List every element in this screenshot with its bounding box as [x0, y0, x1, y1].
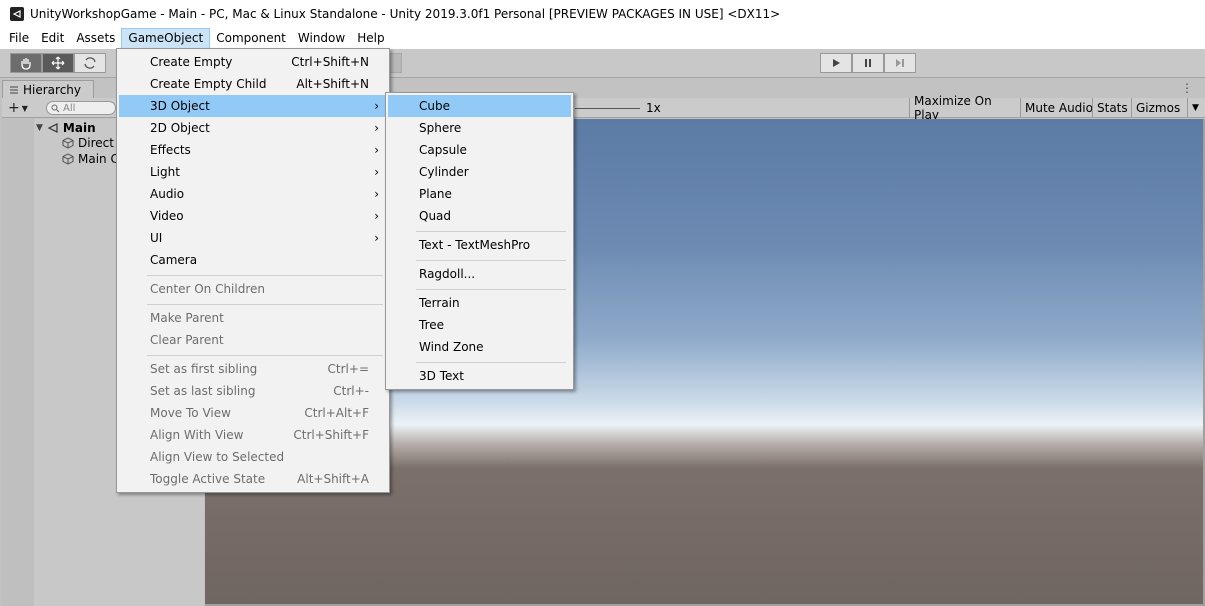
menu-separator	[147, 275, 383, 276]
menu-item-clear-parent[interactable]: Clear Parent	[119, 329, 387, 351]
list-icon	[10, 86, 18, 93]
gameobject-menu: Create Empty Ctrl+Shift+N Create Empty C…	[116, 48, 390, 493]
unity-logo-icon	[10, 7, 24, 21]
menu-item-toggle-active-state[interactable]: Toggle Active State Alt+Shift+A	[119, 468, 387, 490]
scale-slider[interactable]	[575, 108, 640, 109]
search-placeholder: All	[63, 102, 76, 114]
3d-object-submenu: Cube Sphere Capsule Cylinder Plane Quad …	[385, 92, 574, 390]
tab-hierarchy[interactable]: Hierarchy	[2, 80, 94, 98]
submenu-item-tree[interactable]: Tree	[388, 314, 571, 336]
submenu-arrow-icon: ›	[374, 143, 379, 157]
menu-item-create-empty-child[interactable]: Create Empty Child Alt+Shift+N	[119, 73, 387, 95]
menu-gameobject[interactable]: GameObject	[121, 28, 211, 49]
menu-component[interactable]: Component	[210, 28, 292, 49]
submenu-item-capsule[interactable]: Capsule	[388, 139, 571, 161]
submenu-arrow-icon: ›	[374, 165, 379, 179]
submenu-item-3d-text[interactable]: 3D Text	[388, 365, 571, 387]
maximize-on-play-button[interactable]: Maximize On Play	[909, 94, 1023, 122]
hand-tool-button[interactable]	[10, 53, 42, 73]
play-controls	[820, 53, 916, 73]
menu-item-set-last-sibling[interactable]: Set as last sibling Ctrl+-	[119, 380, 387, 402]
submenu-item-sphere[interactable]: Sphere	[388, 117, 571, 139]
play-icon	[833, 59, 840, 67]
scene-name: Main	[62, 121, 96, 135]
menu-help[interactable]: Help	[351, 28, 390, 49]
submenu-arrow-icon: ›	[374, 121, 379, 135]
gizmos-dropdown-icon[interactable]: ▼	[1187, 98, 1203, 118]
submenu-item-terrain[interactable]: Terrain	[388, 292, 571, 314]
plus-icon: +	[8, 100, 20, 116]
hierarchy-item[interactable]: Main C	[62, 151, 119, 167]
menu-separator	[147, 304, 383, 305]
menu-item-3d-object[interactable]: 3D Object ›	[119, 95, 387, 117]
submenu-item-wind-zone[interactable]: Wind Zone	[388, 336, 571, 358]
menu-item-align-with-view[interactable]: Align With View Ctrl+Shift+F	[119, 424, 387, 446]
dropdown-caret-icon: ▼	[21, 103, 28, 113]
submenu-item-cylinder[interactable]: Cylinder	[388, 161, 571, 183]
menu-bar: File Edit Assets GameObject Component Wi…	[0, 28, 1205, 49]
menu-separator	[416, 260, 566, 261]
menu-item-move-to-view[interactable]: Move To View Ctrl+Alt+F	[119, 402, 387, 424]
menu-separator	[416, 362, 566, 363]
search-icon	[51, 104, 60, 112]
submenu-item-plane[interactable]: Plane	[388, 183, 571, 205]
menu-edit[interactable]: Edit	[35, 28, 70, 49]
window-title: UnityWorkshopGame - Main - PC, Mac & Lin…	[30, 7, 781, 21]
menu-item-2d-object[interactable]: 2D Object ›	[119, 117, 387, 139]
create-button[interactable]: + ▼	[8, 100, 28, 116]
hierarchy-gutter	[2, 119, 34, 606]
menu-separator	[147, 355, 383, 356]
hand-tool-icon	[21, 58, 31, 70]
submenu-arrow-icon: ›	[374, 187, 379, 201]
play-button[interactable]	[820, 53, 852, 73]
menu-separator	[416, 231, 566, 232]
pause-icon	[865, 59, 871, 67]
menu-window[interactable]: Window	[292, 28, 351, 49]
menu-item-create-empty[interactable]: Create Empty Ctrl+Shift+N	[119, 51, 387, 73]
submenu-arrow-icon: ›	[374, 209, 379, 223]
foldout-arrow-icon[interactable]: ▼	[36, 123, 43, 133]
transform-tools	[10, 53, 106, 73]
rotate-tool-icon	[84, 57, 96, 69]
hierarchy-item-label: Direct	[78, 136, 114, 150]
more-options-icon[interactable]: ⋮	[1181, 81, 1193, 95]
rotate-tool-button[interactable]	[74, 53, 106, 73]
move-tool-icon	[51, 56, 65, 70]
menu-item-align-view-to-selected[interactable]: Align View to Selected	[119, 446, 387, 468]
submenu-arrow-icon: ›	[374, 99, 379, 113]
step-icon	[896, 59, 904, 67]
menu-item-audio[interactable]: Audio ›	[119, 183, 387, 205]
menu-assets[interactable]: Assets	[70, 28, 121, 49]
menu-item-video[interactable]: Video ›	[119, 205, 387, 227]
menu-item-ui[interactable]: UI ›	[119, 227, 387, 249]
menu-item-camera[interactable]: Camera	[119, 249, 387, 271]
pause-button[interactable]	[852, 53, 884, 73]
submenu-item-ragdoll[interactable]: Ragdoll...	[388, 263, 571, 285]
gameobject-cube-icon	[62, 137, 74, 149]
step-button[interactable]	[884, 53, 916, 73]
menu-item-effects[interactable]: Effects ›	[119, 139, 387, 161]
hierarchy-item[interactable]: Direct	[62, 135, 114, 151]
tab-hierarchy-label: Hierarchy	[23, 82, 82, 97]
menu-item-center-on-children[interactable]: Center On Children	[119, 278, 387, 300]
submenu-item-cube[interactable]: Cube	[388, 95, 571, 117]
title-bar: UnityWorkshopGame - Main - PC, Mac & Lin…	[0, 0, 1205, 28]
gameobject-cube-icon	[62, 153, 74, 165]
menu-item-light[interactable]: Light ›	[119, 161, 387, 183]
hierarchy-search-input[interactable]: All	[46, 101, 116, 115]
move-tool-button[interactable]	[42, 53, 74, 73]
scale-value: 1x	[646, 101, 661, 115]
submenu-item-text-textmeshpro[interactable]: Text - TextMeshPro	[388, 234, 571, 256]
menu-file[interactable]: File	[3, 28, 35, 49]
gizmos-button[interactable]: Gizmos	[1131, 98, 1189, 118]
submenu-arrow-icon: ›	[374, 231, 379, 245]
stats-button[interactable]: Stats	[1092, 98, 1132, 118]
unity-scene-icon	[47, 123, 58, 133]
submenu-item-quad[interactable]: Quad	[388, 205, 571, 227]
menu-item-make-parent[interactable]: Make Parent	[119, 307, 387, 329]
menu-item-set-first-sibling[interactable]: Set as first sibling Ctrl+=	[119, 358, 387, 380]
scene-row-main[interactable]: ▼ Main	[36, 120, 96, 136]
menu-separator	[416, 289, 566, 290]
hierarchy-item-label: Main C	[78, 152, 119, 166]
